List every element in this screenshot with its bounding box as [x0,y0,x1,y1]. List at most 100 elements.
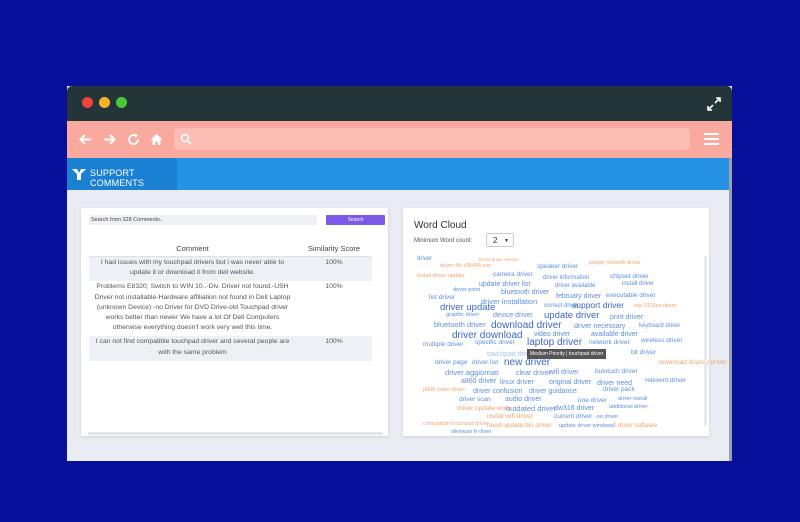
word-cloud-word[interactable]: download display driver [659,359,727,367]
word-cloud-word[interactable]: driver file r35445.exe [440,263,491,270]
word-cloud-word[interactable]: wip 3115cn driver [634,303,677,310]
word-cloud-word[interactable]: bit driver [631,349,656,357]
word-cloud-word[interactable]: driver necessary [574,323,625,330]
comments-table: Comment Similarity Score I had issues wi… [89,240,372,361]
min-word-count-select[interactable]: 2 ▼ [486,233,514,247]
word-cloud-word[interactable]: a860 driver [461,378,496,385]
word-cloud-word[interactable]: multiple driver [423,341,463,349]
word-cloud-word[interactable]: update driver list [479,281,530,288]
word-cloud-word[interactable]: driver [417,256,432,262]
comments-panel: Search Comment Similarity Score I had is… [81,208,388,436]
word-cloud-word[interactable]: camera driver [493,271,533,279]
app-logo-icon [72,169,86,180]
word-cloud-word[interactable]: february driver [556,293,601,300]
word-cloud-word[interactable]: support driver [572,301,624,310]
word-cloud-word[interactable]: install driver update [417,273,465,280]
word-cloud-word[interactable]: driver aggiornati [445,369,499,377]
word-cloud-word[interactable]: update driver windows [559,423,614,430]
word-cloud-word[interactable]: driver available [555,283,595,289]
word-cloud-word[interactable]: new driver [504,358,550,368]
word-cloud-word[interactable]: p600 video driver [423,387,465,394]
word-cloud-word[interactable]: laptop driver [527,338,582,348]
similarity-column-header: Similarity Score [296,240,372,257]
word-cloud-word[interactable]: driver guidance [529,388,577,395]
page-scrollbar[interactable] [729,158,732,461]
word-cloud-word[interactable]: compatible touchpad driver [423,421,489,428]
word-cloud-word[interactable]: driver confusion [473,388,522,395]
word-cloud-title: Word Cloud [414,220,467,231]
menu-icon[interactable] [704,132,719,146]
word-cloud-word[interactable]: wireless driver [641,337,683,345]
word-cloud-word[interactable]: outdated driver [506,405,556,413]
app-header: SUPPORT COMMENTS [67,158,729,190]
word-tooltip: Medium Priority | touchpad driver [527,349,607,359]
browser-toolbar [67,121,732,158]
word-cloud-word[interactable]: bluetooth driver [501,289,549,296]
min-word-count-value: 2 [493,236,498,245]
minimize-window-button[interactable] [99,97,110,108]
word-cloud-word[interactable]: original driver [549,379,591,386]
home-icon[interactable] [149,132,164,147]
close-window-button[interactable] [82,97,93,108]
maximize-window-button[interactable] [116,97,127,108]
word-cloud-word[interactable]: install driver [622,281,654,287]
word-cloud-word[interactable]: alienware fx driver [451,430,492,435]
word-cloud-word[interactable]: driver scan [459,396,491,404]
word-cloud-word[interactable]: bluetooth driver [434,321,486,329]
word-cloud-word[interactable]: driver page [435,359,468,367]
comment-cell: Problems E8320; Switch to WIN 10..-Div. … [94,283,291,332]
word-cloud-word[interactable]: audio driver [505,396,542,403]
word-cloud-word[interactable]: print driver [610,314,643,321]
word-cloud-word[interactable]: relevent driver [645,377,686,385]
search-row: Search [89,215,385,225]
search-input[interactable] [89,215,317,225]
word-cloud-word[interactable]: wifi driver [549,369,579,376]
word-cloud-word[interactable]: list driver [429,294,455,302]
word-cloud-word[interactable]: clear driver [516,370,551,377]
word-cloud-word[interactable]: available driver [591,331,638,338]
word-cloud-word[interactable]: graphic driver [446,312,479,319]
app-brand[interactable]: SUPPORT COMMENTS [67,158,177,190]
word-cloud-word[interactable]: driver point [453,287,480,294]
word-cloud-word[interactable]: chipset driver [610,273,649,281]
word-cloud-word[interactable]: driver pack [603,386,635,394]
table-scrollbar[interactable] [88,432,383,435]
address-bar[interactable] [174,128,690,150]
chevron-down-icon: ▼ [504,238,509,244]
word-cloud-word[interactable]: driver install [618,396,647,403]
forward-arrow-icon[interactable] [102,132,117,147]
word-cloud-word[interactable]: current driver [554,413,592,421]
reload-icon[interactable] [126,132,141,147]
word-cloud-word[interactable]: driver update work [457,405,510,413]
word-cloud-word[interactable]: bulutuch driver [595,368,638,376]
word-cloud-word[interactable]: additional driver [609,404,648,411]
word-cloud-word[interactable]: network driver [589,339,630,347]
word-cloud-word[interactable]: executable driver [606,292,656,300]
word-cloud-word[interactable]: need update bio driver [487,422,552,430]
word-cloud-word[interactable]: linux driver [500,379,534,386]
word-cloud-word[interactable]: -no driver [595,414,618,421]
word-cloud-word[interactable]: speaker driver [537,263,578,271]
word-cloud-word[interactable]: one driver [578,397,607,405]
word-cloud-scrollbar[interactable] [704,256,707,426]
fullscreen-icon[interactable] [706,96,722,112]
table-row[interactable]: I can not find compatible touchpad drive… [89,336,372,361]
search-button[interactable]: Search [326,215,385,225]
word-cloud-word[interactable]: device driver [493,312,533,319]
word-cloud-word[interactable]: proper network driver [589,260,641,267]
word-cloud-word[interactable]: driver list [472,359,498,367]
score-cell: 100% [325,283,343,291]
word-cloud-word[interactable]: driver information [543,275,589,281]
word-cloud: bt-t03 driver version driver file r35445.… [417,256,727,435]
table-row[interactable]: I had issues with my touchpad drivers bu… [89,256,372,282]
word-cloud-word[interactable]: keyboard driver [639,323,680,329]
word-cloud-word[interactable]: specific driver [475,339,515,347]
word-cloud-word[interactable]: bt-t03 driver version [479,257,519,263]
word-cloud-word[interactable]: 0 driver software [613,423,657,429]
table-row[interactable]: Problems E8320; Switch to WIN 10..-Div. … [89,281,372,336]
word-cloud-word[interactable]: install wifi driver [487,413,533,421]
title-bar [67,86,732,121]
browser-window: SUPPORT COMMENTS Search Comment Similari… [67,86,732,461]
back-arrow-icon[interactable] [78,132,93,147]
word-cloud-word[interactable]: dw316 driver [554,405,594,412]
